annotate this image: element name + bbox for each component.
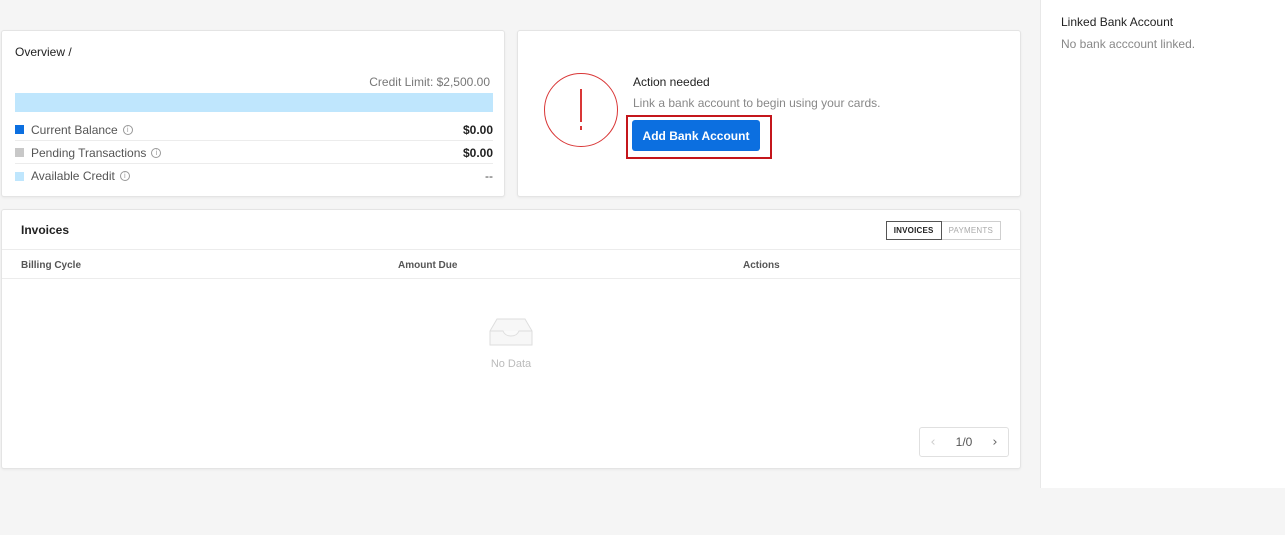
exclamation-icon bbox=[544, 73, 618, 147]
overview-card: Overview / Credit Limit: $2,500.00 Curre… bbox=[1, 30, 505, 197]
available-credit-label: Available Credit bbox=[31, 169, 115, 183]
current-balance-label: Current Balance bbox=[31, 122, 118, 137]
chevron-left-icon[interactable]: ‹ bbox=[920, 428, 946, 456]
empty-state-text: No Data bbox=[490, 358, 532, 370]
chevron-right-icon[interactable]: › bbox=[982, 428, 1008, 456]
credit-usage-bar bbox=[15, 93, 493, 112]
column-billing-cycle: Billing Cycle bbox=[21, 260, 82, 271]
overview-title: Overview / bbox=[15, 45, 72, 59]
current-balance-row: Current Balance i $0.00 bbox=[15, 119, 493, 141]
invoices-title: Invoices bbox=[21, 223, 70, 237]
column-amount-due: Amount Due bbox=[398, 260, 458, 271]
available-credit-row: Available Credit i -- bbox=[15, 165, 493, 187]
current-balance-value: $0.00 bbox=[462, 122, 493, 137]
pending-transactions-value: $0.00 bbox=[462, 145, 493, 160]
info-icon[interactable]: i bbox=[151, 147, 162, 158]
pending-transactions-swatch bbox=[15, 148, 24, 157]
linked-bank-title: Linked Bank Account bbox=[1061, 15, 1174, 29]
tab-invoices[interactable]: INVOICES bbox=[885, 221, 942, 240]
table-header: Billing Cycle Amount Due Actions bbox=[2, 249, 1020, 279]
credit-limit: Credit Limit: $2,500.00 bbox=[369, 75, 490, 89]
invoices-card: Invoices INVOICES PAYMENTS Billing Cycle… bbox=[1, 209, 1021, 469]
action-needed-card: Action needed Link a bank account to beg… bbox=[517, 30, 1021, 197]
action-title: Action needed bbox=[633, 75, 710, 89]
linked-bank-text: No bank acccount linked. bbox=[1061, 37, 1196, 51]
info-icon[interactable]: i bbox=[119, 171, 130, 181]
pagination: ‹ 1/0 › bbox=[919, 427, 1009, 457]
invoices-payments-toggle: INVOICES PAYMENTS bbox=[885, 221, 1001, 240]
empty-inbox-icon bbox=[489, 318, 533, 346]
info-icon[interactable]: i bbox=[122, 124, 133, 135]
linked-bank-panel: Linked Bank Account No bank acccount lin… bbox=[1040, 0, 1285, 488]
action-text: Link a bank account to begin using your … bbox=[633, 96, 881, 110]
available-credit-swatch bbox=[15, 171, 24, 181]
pending-transactions-row: Pending Transactions i $0.00 bbox=[15, 142, 493, 164]
pending-transactions-label: Pending Transactions bbox=[31, 145, 147, 160]
add-bank-account-button[interactable]: Add Bank Account bbox=[632, 120, 760, 151]
page-indicator: 1/0 bbox=[955, 435, 973, 449]
current-balance-swatch bbox=[15, 125, 24, 134]
tab-payments[interactable]: PAYMENTS bbox=[941, 221, 1001, 240]
column-actions: Actions bbox=[743, 260, 780, 271]
available-credit-value: -- bbox=[485, 169, 493, 183]
